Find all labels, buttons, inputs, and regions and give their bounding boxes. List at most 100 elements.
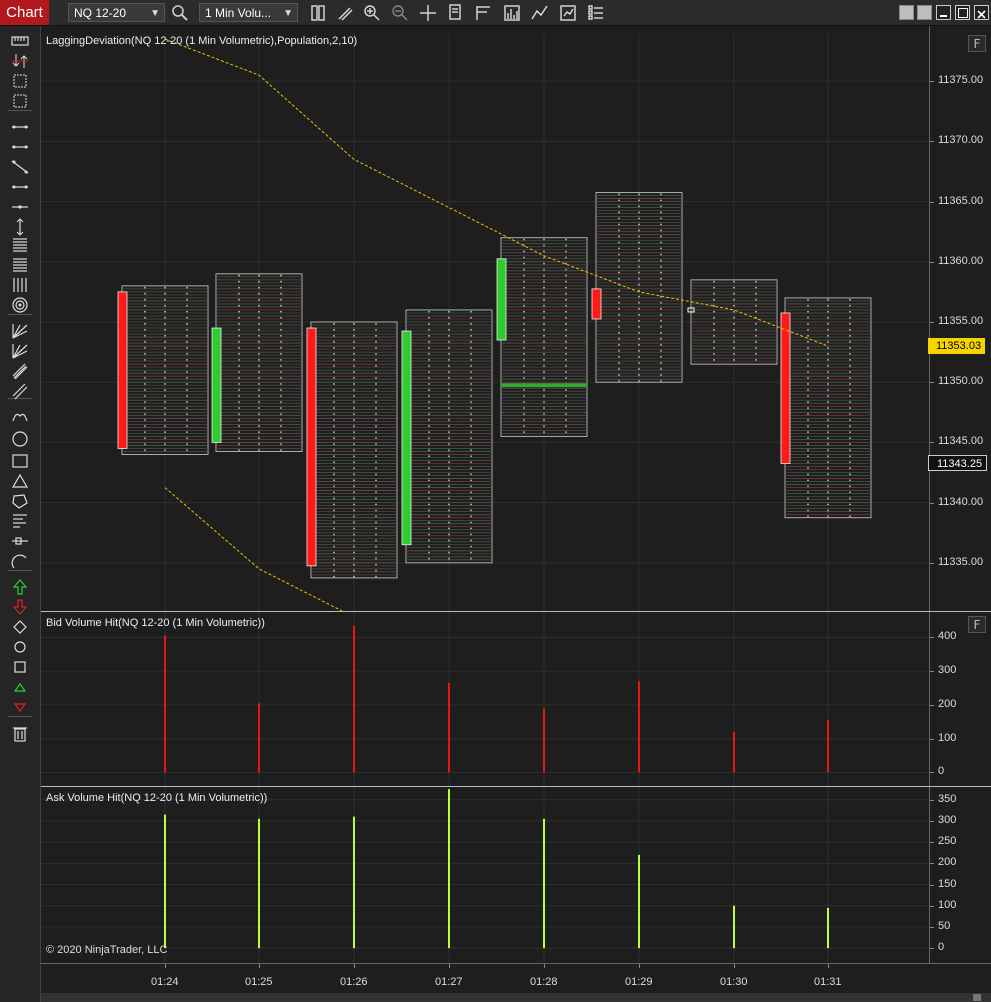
line-icon[interactable] — [10, 118, 30, 136]
fibonacci-retracement-icon[interactable] — [10, 236, 30, 254]
minimize-alt-button[interactable] — [899, 5, 914, 20]
ask-volume-tick-label: 50 — [938, 919, 951, 932]
andrews-pitchfork-icon[interactable] — [10, 322, 30, 340]
arrow-up-icon[interactable] — [10, 578, 30, 596]
instrument-selector[interactable]: NQ 12-20 ▼ — [68, 3, 165, 22]
indicators-list-icon[interactable] — [586, 3, 606, 23]
last-price-tag: 11353.03 — [928, 337, 986, 354]
ellipse-icon[interactable] — [10, 430, 30, 448]
bar-type-icon[interactable] — [502, 3, 522, 23]
bid-volume-panel[interactable]: Bid Volume Hit(NQ 12-20 (1 Min Volumetri… — [41, 612, 929, 786]
price-tick-label: 11365.00 — [938, 194, 984, 207]
properties-icon[interactable] — [446, 3, 466, 23]
region-highlight-icon[interactable] — [10, 92, 30, 110]
ask-volume-bar — [543, 818, 545, 949]
horizontal-scrollbar[interactable] — [41, 993, 991, 1002]
ask-volume-bar — [827, 907, 829, 949]
trend-channel-icon[interactable] — [10, 382, 30, 400]
price-tick-mark — [930, 502, 934, 504]
bid-volume-tick-label: 0 — [938, 765, 945, 778]
gann-fan-icon[interactable] — [10, 342, 30, 360]
ask-panel-label: Ask Volume Hit(NQ 12-20 (1 Min Volumetri… — [46, 792, 268, 804]
price-tick-label: 11360.00 — [938, 254, 984, 267]
bid-volume-tick-label: 300 — [938, 664, 957, 677]
price-panel-f-button[interactable]: F — [968, 35, 986, 52]
remove-drawings-icon[interactable] — [10, 724, 30, 742]
price-panel-label: LaggingDeviation(NQ 12-20 (1 Min Volumet… — [46, 35, 358, 47]
ask-volume-tick-label: 100 — [938, 898, 957, 911]
horizontal-line-icon[interactable] — [10, 198, 30, 216]
close-button[interactable] — [974, 5, 989, 20]
text-icon[interactable] — [10, 512, 30, 530]
arrow-down-icon[interactable] — [10, 598, 30, 616]
extended-line-icon[interactable] — [10, 158, 30, 176]
time-tick-label: 01:24 — [151, 976, 179, 988]
triangle-up-icon[interactable] — [10, 678, 30, 696]
price-tick-label: 11370.00 — [938, 134, 984, 147]
toolbar-separator — [8, 314, 32, 315]
triangle-icon[interactable] — [10, 472, 30, 490]
polygon-icon[interactable] — [10, 492, 30, 510]
time-tick-label: 01:28 — [530, 976, 558, 988]
tile-button[interactable] — [917, 5, 932, 20]
templates-icon[interactable] — [474, 3, 494, 23]
price-tick-mark — [930, 81, 934, 83]
bid-volume-bar — [353, 625, 355, 773]
minimize-button[interactable] — [936, 5, 951, 20]
regression-channel-icon[interactable] — [10, 362, 30, 380]
price-tick-label: 11335.00 — [938, 555, 984, 568]
fibonacci-circle-icon[interactable] — [10, 296, 30, 314]
price-tick-mark — [930, 141, 934, 143]
chart-tab[interactable]: Chart — [0, 0, 49, 25]
draw-pencil-icon[interactable] — [335, 3, 355, 23]
fibonacci-time-icon[interactable] — [10, 276, 30, 294]
bid-volume-tick-label: 400 — [938, 630, 957, 643]
zoom-out-icon[interactable] — [390, 3, 410, 23]
triangle-down-icon[interactable] — [10, 698, 30, 716]
arc-icon[interactable] — [10, 406, 30, 424]
zoom-in-icon[interactable] — [362, 3, 382, 23]
vertical-line-icon[interactable] — [10, 218, 30, 236]
ray-icon[interactable] — [10, 138, 30, 156]
bid-volume-bar — [543, 708, 545, 773]
time-tick-mark — [544, 964, 545, 968]
risk-reward-icon[interactable] — [10, 52, 30, 70]
price-panel[interactable]: LaggingDeviation(NQ 12-20 (1 Min Volumet… — [41, 33, 929, 611]
time-tick-label: 01:31 — [814, 976, 842, 988]
region-icon[interactable] — [10, 72, 30, 90]
data-box-icon[interactable] — [309, 3, 329, 23]
drawing-tools-toolbar — [0, 26, 41, 1002]
chart-toolbar: Chart NQ 12-20 ▼ 1 Min Volu... ▼ — [0, 0, 991, 26]
path-icon[interactable] — [10, 532, 30, 550]
ask-volume-tick-mark — [930, 884, 934, 886]
ask-volume-panel[interactable]: Ask Volume Hit(NQ 12-20 (1 Min Volumetri… — [41, 787, 929, 963]
ruler-icon[interactable] — [10, 32, 30, 50]
ask-axis[interactable]: 350 300 250 200 150 100 50 0 — [929, 787, 991, 963]
interval-selector[interactable]: 1 Min Volu... ▼ — [199, 3, 298, 22]
price-axis[interactable]: F 11375.00 11370.00 11365.00 11360.00 11355.… — [928, 26, 991, 611]
ask-volume-bar — [448, 789, 450, 949]
search-icon[interactable] — [170, 3, 190, 23]
diamond-icon[interactable] — [10, 618, 30, 636]
ask-volume-tick-mark — [930, 799, 934, 801]
bid-axis[interactable]: F 400 300 200 100 0 — [929, 612, 991, 786]
bid-panel-f-button[interactable]: F — [968, 616, 986, 633]
maximize-button[interactable] — [955, 5, 970, 20]
scrollbar-thumb[interactable] — [973, 994, 981, 1001]
time-axis[interactable]: 01:24 01:25 01:26 01:27 01:28 01:29 01:30 01:31 — [41, 963, 991, 994]
crosshair-icon[interactable] — [418, 3, 438, 23]
arrow-line-icon[interactable] — [10, 178, 30, 196]
snapshot-icon[interactable] — [558, 3, 578, 23]
ask-volume-bar — [733, 905, 735, 949]
time-cycles-icon[interactable] — [10, 552, 30, 570]
dot-icon[interactable] — [10, 638, 30, 656]
strategies-icon[interactable] — [530, 3, 550, 23]
price-tick-mark — [930, 261, 934, 263]
rectangle-icon[interactable] — [10, 452, 30, 470]
ask-volume-bar — [638, 854, 640, 949]
square-icon[interactable] — [10, 658, 30, 676]
bid-volume-bar — [258, 703, 260, 773]
fibonacci-extension-icon[interactable] — [10, 256, 30, 274]
ask-volume-bar — [164, 814, 166, 949]
ask-volume-tick-label: 250 — [938, 835, 957, 848]
